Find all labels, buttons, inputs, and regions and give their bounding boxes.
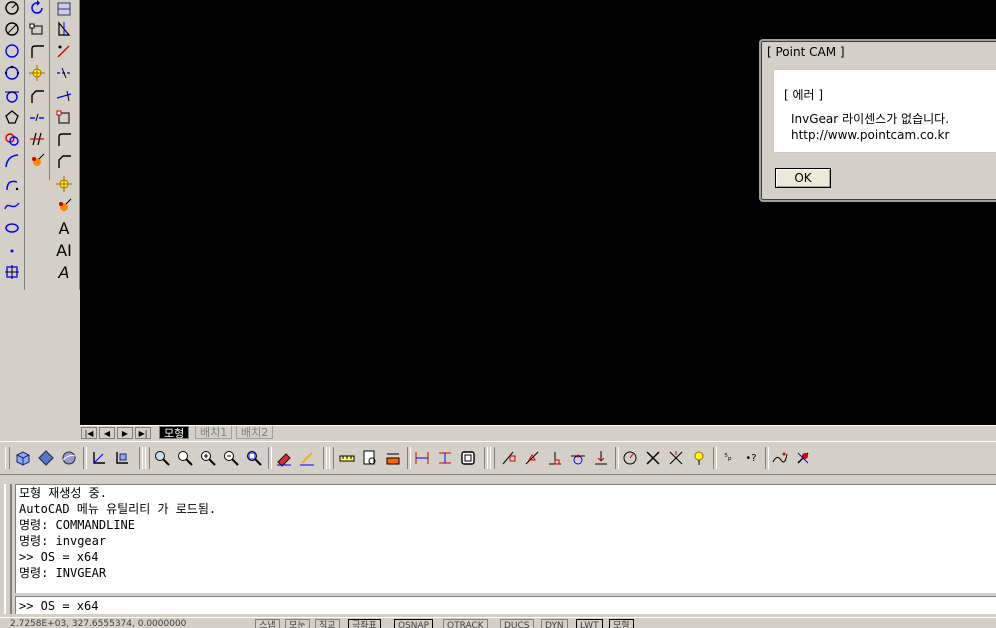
dim-box-icon[interactable] [458,448,478,468]
command-input[interactable]: >> OS = x64 [15,596,996,614]
orbit-icon[interactable] [59,448,79,468]
history-line: AutoCAD 메뉴 유틸리티 가 로드됨. [19,502,217,516]
circle-radius-icon[interactable] [2,19,22,39]
measure-icon[interactable] [337,448,357,468]
tab-layout2[interactable]: 배치2 [236,426,274,439]
zoom-window-icon[interactable] [175,448,195,468]
dialog-url: http://www.pointcam.co.kr [791,128,950,142]
stretch-icon[interactable] [27,19,47,39]
circle-2p-icon[interactable] [2,41,22,61]
nav-next-button[interactable]: ▶ [117,427,133,439]
snap-nearest-icon[interactable] [770,448,790,468]
tab-layout1[interactable]: 배치1 [195,426,233,439]
match-prop-icon[interactable] [274,448,294,468]
area-icon[interactable] [383,448,403,468]
mtext-icon[interactable]: AI [54,240,74,260]
ucs-world-icon[interactable] [112,448,132,468]
text-icon[interactable]: A [54,218,74,238]
arc-3p-icon[interactable] [2,174,22,194]
dialog-heading: [ 에러 ] [784,88,824,102]
history-line: 모형 재생성 중. [19,486,107,500]
explode2-icon[interactable] [54,174,74,194]
history-line: 명령: invgear [19,534,107,548]
mirror-icon[interactable] [54,19,74,39]
text-edit-icon[interactable]: A [54,262,74,282]
scale-icon[interactable] [54,41,74,61]
rotate-icon[interactable] [27,0,47,18]
region-icon[interactable] [54,0,74,18]
trim-icon[interactable] [27,129,47,149]
snap-perp-icon[interactable] [545,448,565,468]
blast-icon[interactable] [27,151,47,171]
zoom-in-icon[interactable] [198,448,218,468]
circle-tangent-icon[interactable] [2,86,22,106]
hatch-icon[interactable] [2,262,22,282]
offset-icon[interactable] [54,107,74,127]
extend-icon[interactable] [54,63,74,83]
draw-toolbar [0,0,25,290]
snap-insert-icon[interactable] [689,448,709,468]
snap-settings-icon[interactable]: ⁵ₚ [718,448,738,468]
ok-button[interactable]: OK [775,168,831,188]
nav-last-button[interactable]: ▶| [135,427,151,439]
tools-toolbar: A AI A [51,0,80,290]
nav-prev-button[interactable]: ◀ [99,427,115,439]
ellipse-icon[interactable] [2,218,22,238]
modify-toolbar [25,0,50,180]
standard-toolbar: ⁵ₚ •? [0,441,996,475]
dialog-message-panel: [ 에러 ] InvGear 라이센스가 없습니다. http://www.po… [773,69,996,153]
circle-center-icon[interactable] [2,0,22,18]
donut-icon[interactable] [2,129,22,149]
ucs-icon[interactable] [89,448,109,468]
snap-endpoint-icon[interactable] [499,448,519,468]
lengthen-icon[interactable] [54,86,74,106]
layout-tab-bar: |◀ ◀ ▶ ▶| 모형 배치1 배치2 [80,425,996,440]
dialog-title: [ Point CAM ] [767,45,845,59]
snap-tracking-icon[interactable] [793,448,813,468]
snap-intersect-icon[interactable] [643,448,663,468]
fillet-icon[interactable] [27,41,47,61]
toolbar-grip[interactable] [5,447,10,469]
circle-3p-icon[interactable] [2,63,22,83]
zoom-all-icon[interactable] [244,448,264,468]
shade-icon[interactable] [36,448,56,468]
dialog-message: InvGear 라이센스가 없습니다. [791,112,950,126]
point-icon[interactable] [2,240,22,260]
blast2-icon[interactable] [54,196,74,216]
break-icon[interactable] [27,107,47,127]
history-line: 명령: COMMANDLINE [19,518,136,532]
zoom-out-icon[interactable] [221,448,241,468]
history-line: >> OS = x64 [19,550,99,564]
explode-icon[interactable] [27,63,47,83]
zoom-realtime-icon[interactable] [152,448,172,468]
tab-model[interactable]: 모형 [159,426,190,440]
snap-none-icon[interactable]: •? [741,448,761,468]
command-history: 모형 재생성 중. AutoCAD 메뉴 유틸리티 가 로드됨. 명령: COM… [15,484,996,593]
dim-aligned-icon[interactable] [435,448,455,468]
error-dialog: [ Point CAM ] [ 에러 ] InvGear 라이센스가 없습니다.… [759,39,996,202]
command-window-grip[interactable] [4,484,12,614]
dim-linear-icon[interactable] [412,448,432,468]
status-bar: 2.7258E+03, 327.6555374, 0.0000000 스냅 모눈… [0,617,996,628]
snap-node-icon[interactable] [591,448,611,468]
snap-center-icon[interactable] [620,448,640,468]
arc-icon[interactable] [2,151,22,171]
brush-icon[interactable] [297,448,317,468]
snap-app-intersect-icon[interactable] [666,448,686,468]
spline-icon[interactable] [2,196,22,216]
polygon-icon[interactable] [2,107,22,127]
history-line: 명령: INVGEAR [19,566,107,580]
snap-midpoint-icon[interactable] [522,448,542,468]
view-3d-icon[interactable] [13,448,33,468]
chamfer2-icon[interactable] [54,151,74,171]
nav-first-button[interactable]: |◀ [81,427,97,439]
chamfer-icon[interactable] [27,86,47,106]
list-icon[interactable] [360,448,380,468]
fillet2-icon[interactable] [54,129,74,149]
snap-tangent-icon[interactable] [568,448,588,468]
